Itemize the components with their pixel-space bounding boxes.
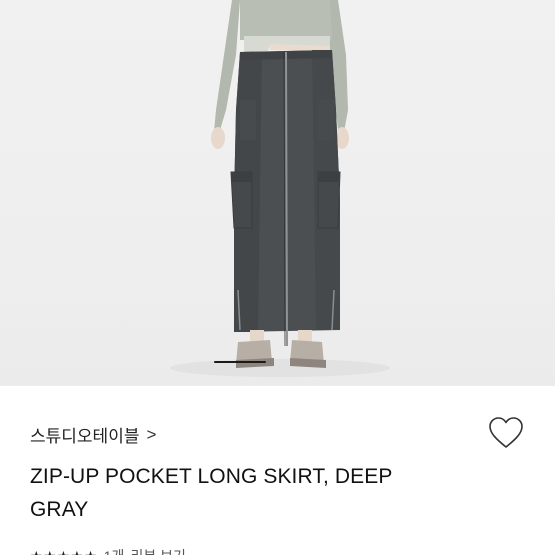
product-photo [170, 0, 390, 377]
heart-outline-icon[interactable] [488, 416, 524, 450]
product-title: ZIP-UP POCKET LONG SKIRT, DEEP GRAY [30, 465, 393, 521]
chevron-right-icon: > [146, 424, 157, 444]
product-image[interactable] [0, 0, 555, 386]
review-summary[interactable]: ★★★★★ 1개 리뷰 보기 [30, 546, 186, 555]
brand-link[interactable]: 스튜디오테이블 > [30, 422, 156, 447]
product-info: 스튜디오테이블 > ZIP-UP POCKET LONG SKIRT, DEEP… [0, 386, 555, 555]
rating-stars: ★★★★★ [30, 548, 98, 555]
brand-name: 스튜디오테이블 [30, 427, 140, 446]
review-count: 1개 [104, 546, 125, 555]
carousel-indicator [214, 361, 266, 363]
review-link[interactable]: 리뷰 보기 [130, 546, 185, 555]
